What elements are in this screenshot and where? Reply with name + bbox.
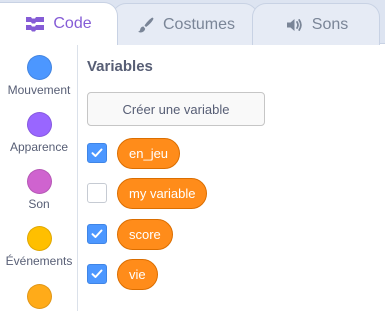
variable-reporter-block[interactable]: en_jeu <box>117 137 181 169</box>
variable-checkbox[interactable] <box>87 224 107 244</box>
motion-category-icon <box>26 55 52 80</box>
checkmark-icon <box>91 269 103 278</box>
variable-checkbox[interactable] <box>87 264 107 284</box>
tab-code-label: Code <box>53 15 92 32</box>
variable-row: vie <box>87 258 158 290</box>
category-events-label: Événements <box>5 254 73 268</box>
sound-category-icon <box>26 169 52 194</box>
variable-reporter-block[interactable]: vie <box>117 258 158 290</box>
checkmark-icon <box>91 148 103 157</box>
variable-row: my variable <box>87 177 208 209</box>
control-category-icon <box>26 284 52 309</box>
category-sidebar: Mouvement Apparence Son Événements <box>0 45 78 311</box>
variable-reporter-block[interactable]: my variable <box>117 177 208 209</box>
tab-code[interactable]: Code <box>0 2 118 45</box>
category-looks[interactable]: Apparence <box>0 112 78 154</box>
category-motion-label: Mouvement <box>7 83 71 97</box>
block-palette: Variables Créer une variable en_jeu my v… <box>79 45 385 311</box>
variable-row: en_jeu <box>87 137 181 169</box>
tab-sons-label: Sons <box>311 15 349 33</box>
category-control[interactable] <box>0 284 78 309</box>
tab-costumes-label: Costumes <box>162 15 236 33</box>
category-motion[interactable]: Mouvement <box>0 55 78 97</box>
variable-row: score <box>87 218 173 250</box>
variable-reporter-block[interactable]: score <box>117 218 173 250</box>
speaker-icon <box>284 15 304 35</box>
category-sound-label: Son <box>28 197 50 211</box>
tab-sons[interactable]: Sons <box>252 3 380 45</box>
events-category-icon <box>26 226 52 251</box>
tab-costumes[interactable]: Costumes <box>112 3 258 45</box>
variable-checkbox[interactable] <box>87 183 107 203</box>
paintbrush-icon <box>135 15 155 35</box>
editor-tab-bar: Costumes Sons Code <box>0 0 385 45</box>
category-events[interactable]: Événements <box>0 226 78 268</box>
category-looks-label: Apparence <box>9 140 69 154</box>
category-sound[interactable]: Son <box>0 169 78 211</box>
code-blocks-icon <box>25 15 45 33</box>
palette-heading: Variables <box>87 58 153 75</box>
checkmark-icon <box>91 229 103 238</box>
variable-checkbox[interactable] <box>87 143 107 163</box>
looks-category-icon <box>26 112 52 137</box>
create-variable-button[interactable]: Créer une variable <box>87 92 265 126</box>
